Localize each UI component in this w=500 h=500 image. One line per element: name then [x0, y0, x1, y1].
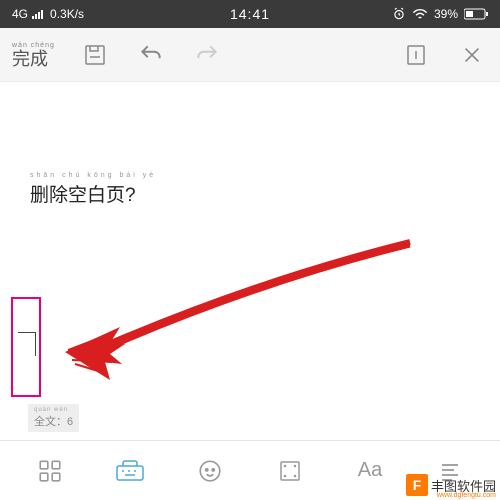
- document-content[interactable]: shān chú kōng bái yè 删除空白页? quán wén 全文：…: [0, 82, 500, 440]
- redo-button[interactable]: [191, 39, 223, 71]
- text-content: 删除空白页?: [30, 180, 470, 207]
- font-button[interactable]: Aa: [351, 452, 389, 490]
- alarm-icon: [392, 7, 406, 21]
- redo-icon: [194, 42, 220, 68]
- status-right: 39%: [392, 7, 488, 21]
- done-label: 完成: [12, 49, 48, 69]
- annotation-arrow: [50, 232, 430, 402]
- save-icon: [83, 43, 107, 67]
- close-button[interactable]: [456, 39, 488, 71]
- apps-icon: [37, 458, 63, 484]
- keyboard-icon: [115, 458, 145, 484]
- status-bar: 4G 0.3K/s 14:41 39%: [0, 0, 500, 28]
- save-button[interactable]: [79, 39, 111, 71]
- network-speed: 0.3K/s: [50, 7, 84, 21]
- wifi-icon: [412, 8, 428, 20]
- done-button[interactable]: wán chéng 完成: [12, 42, 55, 68]
- watermark: F 丰图软件园 www.dgfengtu.com: [402, 470, 500, 500]
- font-icon: Aa: [358, 459, 382, 482]
- word-count-label: 全文：6: [34, 416, 73, 428]
- text-line: shān chú kōng bái yè 删除空白页?: [30, 172, 470, 207]
- voice-icon: [197, 458, 223, 484]
- apps-button[interactable]: [31, 452, 69, 490]
- word-count-badge[interactable]: quán wén 全文：6: [28, 404, 79, 432]
- voice-button[interactable]: [191, 452, 229, 490]
- network-type: 4G: [12, 7, 28, 21]
- layout-button[interactable]: [271, 452, 309, 490]
- status-left: 4G 0.3K/s: [12, 7, 84, 21]
- battery-percent: 39%: [434, 7, 458, 21]
- word-count-pinyin: quán wén: [34, 407, 73, 413]
- undo-icon: [138, 42, 164, 68]
- keyboard-button[interactable]: [111, 452, 149, 490]
- done-pinyin: wán chéng: [12, 42, 55, 49]
- undo-button[interactable]: [135, 39, 167, 71]
- text-pinyin: shān chú kōng bái yè: [30, 172, 470, 179]
- bottom-toolbar: Aa F 丰图软件园 www.dgfengtu.com: [0, 440, 500, 500]
- editor-toolbar: wán chéng 完成: [0, 28, 500, 82]
- page-icon: [404, 43, 428, 67]
- text-cursor: [18, 332, 36, 356]
- watermark-logo: F: [406, 474, 428, 496]
- signal-icon: [32, 9, 46, 19]
- status-time: 14:41: [230, 6, 270, 22]
- battery-icon: [464, 8, 488, 20]
- page-button[interactable]: [400, 39, 432, 71]
- close-icon: [461, 44, 483, 66]
- layout-icon: [278, 459, 302, 483]
- watermark-url: www.dgfengtu.com: [437, 492, 496, 499]
